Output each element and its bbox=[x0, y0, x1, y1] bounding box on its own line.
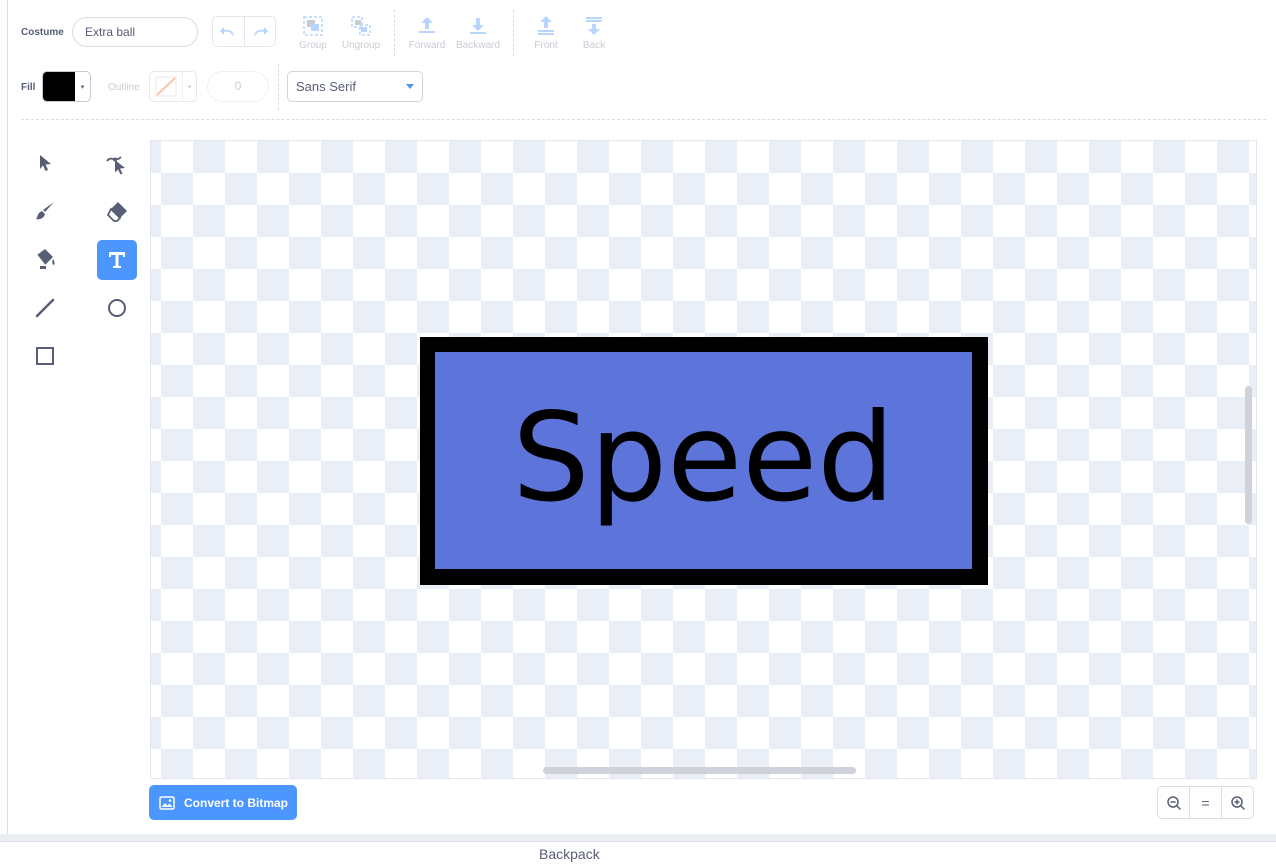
vertical-scrollbar[interactable] bbox=[1245, 386, 1252, 524]
fill-color-picker[interactable]: ▾ bbox=[42, 71, 91, 102]
brush-tool[interactable] bbox=[25, 191, 65, 231]
circle-icon bbox=[108, 299, 126, 317]
editor-bottom-edge bbox=[0, 834, 1276, 841]
undo-icon bbox=[220, 26, 235, 37]
redo-button[interactable] bbox=[243, 17, 276, 46]
group-label: Group bbox=[299, 40, 327, 51]
convert-to-bitmap-button[interactable]: Convert to Bitmap bbox=[149, 785, 297, 820]
undo-redo-group bbox=[212, 16, 276, 47]
forward-icon bbox=[419, 17, 435, 33]
costume-label: Costume bbox=[21, 27, 64, 38]
text-icon bbox=[109, 252, 125, 268]
select-tool[interactable] bbox=[25, 143, 65, 183]
reshape-tool[interactable] bbox=[97, 143, 137, 183]
outline-width-input[interactable]: 0 bbox=[207, 71, 269, 102]
backward-label: Backward bbox=[456, 40, 500, 51]
costume-fill-rect: Speed bbox=[435, 352, 972, 569]
toolbar-divider bbox=[513, 10, 514, 56]
zoom-reset-button[interactable]: = bbox=[1189, 787, 1221, 818]
zoom-controls: = bbox=[1157, 786, 1254, 819]
paint-canvas[interactable]: Speed bbox=[150, 140, 1257, 779]
toolbar-divider bbox=[21, 119, 1266, 120]
group-icon bbox=[303, 16, 323, 36]
window-edge bbox=[7, 0, 8, 834]
group-button[interactable]: Group bbox=[287, 15, 339, 57]
line-tool[interactable] bbox=[25, 288, 65, 328]
undo-button[interactable] bbox=[213, 17, 244, 46]
toolbar-divider bbox=[278, 64, 279, 110]
outline-color-picker[interactable]: ▾ bbox=[149, 71, 197, 102]
reshape-icon bbox=[106, 156, 125, 175]
horizontal-scrollbar[interactable] bbox=[543, 767, 856, 774]
costume-text[interactable]: Speed bbox=[512, 397, 894, 519]
fill-color-swatch bbox=[43, 72, 75, 101]
convert-to-bitmap-label: Convert to Bitmap bbox=[184, 795, 289, 810]
back-icon bbox=[586, 17, 602, 35]
back-label: Back bbox=[582, 40, 606, 51]
front-label: Front bbox=[534, 40, 558, 51]
zoom-in-icon bbox=[1230, 795, 1245, 810]
font-dropdown[interactable]: Sans Serif bbox=[287, 71, 423, 102]
zoom-out-button[interactable] bbox=[1158, 787, 1189, 818]
backward-button[interactable]: Backward bbox=[452, 15, 504, 57]
backward-icon bbox=[470, 18, 486, 34]
caret-down-icon: ▾ bbox=[80, 83, 85, 91]
zoom-in-button[interactable] bbox=[1221, 787, 1253, 818]
zoom-out-icon bbox=[1166, 795, 1181, 810]
fill-tool[interactable] bbox=[25, 239, 65, 279]
ungroup-button[interactable]: Ungroup bbox=[335, 15, 387, 57]
backpack-bar[interactable]: Backpack bbox=[0, 841, 1276, 866]
front-icon bbox=[538, 16, 554, 35]
redo-icon bbox=[253, 26, 268, 37]
line-icon bbox=[35, 298, 55, 318]
rectangle-icon bbox=[36, 347, 54, 365]
toolbar-divider bbox=[394, 10, 395, 56]
costume-drawing[interactable]: Speed bbox=[420, 337, 988, 585]
front-button[interactable]: Front bbox=[520, 15, 572, 57]
no-color-icon bbox=[150, 72, 182, 101]
eraser-icon bbox=[106, 202, 127, 222]
costume-name-input[interactable] bbox=[72, 17, 198, 47]
circle-tool[interactable] bbox=[97, 288, 137, 328]
ungroup-label: Ungroup bbox=[341, 40, 381, 51]
image-icon bbox=[159, 795, 175, 810]
arrow-icon bbox=[40, 155, 51, 171]
fill-label: Fill bbox=[21, 82, 36, 93]
caret-down-icon bbox=[406, 84, 414, 89]
ungroup-icon bbox=[351, 16, 371, 36]
forward-label: Forward bbox=[408, 40, 446, 51]
backpack-label: Backpack bbox=[539, 846, 600, 862]
brush-icon bbox=[36, 202, 54, 220]
outline-label: Outline bbox=[108, 82, 140, 93]
text-tool[interactable] bbox=[97, 240, 137, 280]
back-button[interactable]: Back bbox=[568, 15, 620, 57]
eraser-tool[interactable] bbox=[97, 191, 137, 231]
rectangle-tool[interactable] bbox=[25, 336, 65, 376]
zoom-reset-label: = bbox=[1201, 794, 1210, 811]
caret-down-icon: ▾ bbox=[182, 72, 196, 101]
forward-button[interactable]: Forward bbox=[401, 15, 453, 57]
bucket-icon bbox=[36, 249, 55, 269]
font-dropdown-value: Sans Serif bbox=[296, 79, 356, 94]
